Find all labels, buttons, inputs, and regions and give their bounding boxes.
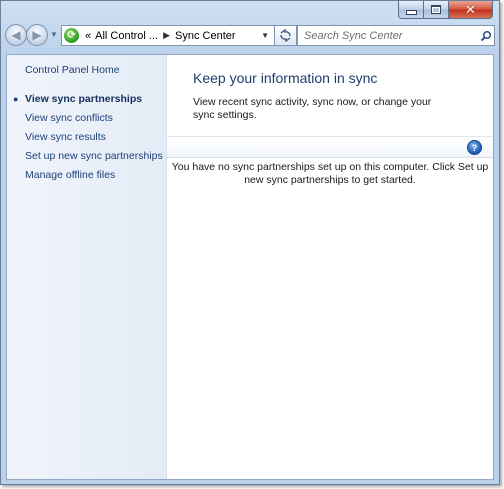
address-bar[interactable]: ⟳ « All Control ... ▶ Sync Center ▼ (61, 25, 275, 46)
navigation-bar: ◀ ▶ ▼ ⟳ « All Control ... ▶ Sync Center … (5, 23, 495, 49)
back-arrow-icon: ◀ (11, 28, 21, 42)
sidebar-item-manage-offline-files[interactable]: Manage offline files (25, 169, 115, 181)
maximize-icon (431, 5, 441, 14)
page-title: Keep your information in sync (193, 70, 378, 86)
control-panel-home-link[interactable]: Control Panel Home (25, 64, 120, 76)
task-pane: Control Panel Home ● View sync partnersh… (7, 55, 167, 479)
search-box[interactable] (297, 25, 495, 46)
selected-bullet-icon: ● (13, 94, 19, 104)
breadcrumb-all-control-panel[interactable]: All Control ... (95, 30, 158, 42)
close-icon: ✕ (465, 2, 476, 17)
close-button[interactable]: ✕ (449, 1, 493, 19)
recent-pages-dropdown-icon[interactable]: ▼ (50, 30, 58, 39)
sidebar-item-view-sync-conflicts[interactable]: View sync conflicts (25, 112, 113, 124)
forward-arrow-icon: ▶ (32, 28, 42, 42)
search-input[interactable] (298, 28, 478, 43)
forward-button[interactable]: ▶ (26, 24, 48, 46)
main-pane: Keep your information in sync View recen… (167, 55, 493, 479)
breadcrumb-overflow-icon[interactable]: « (85, 30, 91, 42)
breadcrumb-separator-icon[interactable]: ▶ (163, 30, 170, 41)
refresh-icon (280, 29, 291, 42)
sidebar-item-set-up-new-sync-partnerships[interactable]: Set up new sync partnerships (25, 150, 163, 162)
minimize-icon (405, 10, 417, 15)
content-area: Control Panel Home ● View sync partnersh… (6, 54, 494, 480)
back-button[interactable]: ◀ (5, 24, 27, 46)
empty-state-message: You have no sync partnerships set up on … (171, 161, 489, 186)
breadcrumb-sync-center[interactable]: Sync Center (175, 30, 236, 42)
help-icon[interactable]: ? (467, 140, 482, 155)
sidebar-item-view-sync-partnerships[interactable]: View sync partnerships (25, 93, 142, 105)
page-description: View recent sync activity, sync now, or … (193, 96, 432, 121)
search-icon[interactable] (478, 30, 494, 42)
address-dropdown-icon[interactable]: ▼ (261, 31, 269, 40)
maximize-button[interactable] (424, 1, 449, 19)
list-header: ? (167, 136, 493, 158)
sync-center-window: ✕ ◀ ▶ ▼ ⟳ « All Control ... ▶ Sync Cente… (0, 0, 500, 485)
sync-center-icon: ⟳ (64, 28, 79, 43)
minimize-button[interactable] (398, 1, 424, 19)
sidebar-item-view-sync-results[interactable]: View sync results (25, 131, 106, 143)
caption-buttons: ✕ (398, 1, 493, 19)
refresh-button[interactable] (275, 25, 297, 46)
